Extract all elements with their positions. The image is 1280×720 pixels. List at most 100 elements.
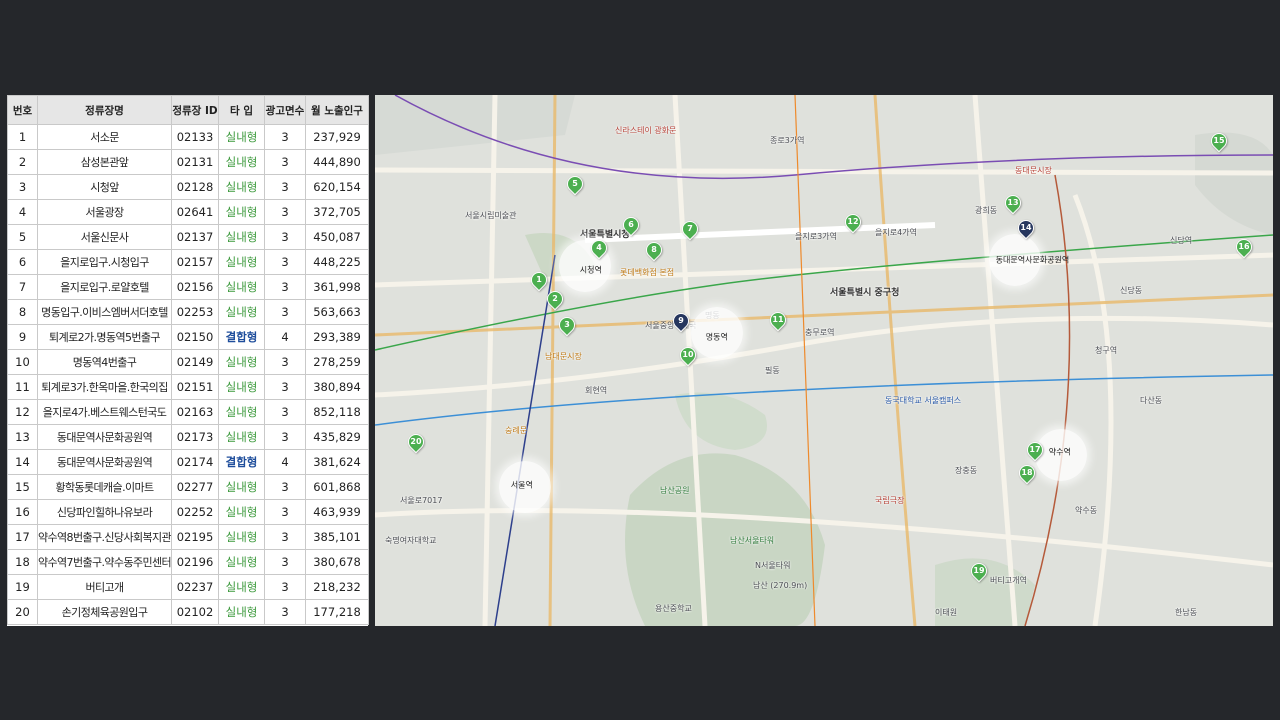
map-label[interactable]: 신라스테이 광화문	[615, 125, 676, 136]
table-row[interactable]: 10 명동역4번출구 02149 실내형 3 278,259	[7, 349, 369, 375]
monthly-exposure: 380,894	[305, 374, 369, 400]
map-label[interactable]: 을지로3가역	[795, 231, 837, 242]
map-label[interactable]: 신당동	[1120, 285, 1142, 296]
map-label[interactable]: 남산 (270.9m)	[753, 580, 807, 591]
stop-id: 02163	[171, 399, 219, 425]
map-label[interactable]: 신당역	[1170, 235, 1192, 246]
table-row[interactable]: 1 서소문 02133 실내형 3 237,929	[7, 124, 369, 150]
map-label[interactable]: 롯데백화점 본점	[620, 267, 674, 278]
monthly-exposure: 435,829	[305, 424, 369, 450]
row-number: 15	[7, 474, 38, 500]
table-row[interactable]: 12 을지로4가.베스트웨스턴국도 02163 실내형 3 852,118	[7, 399, 369, 425]
stop-id: 02137	[171, 224, 219, 250]
monthly-exposure: 448,225	[305, 249, 369, 275]
map-label[interactable]: 을지로4가역	[875, 227, 917, 238]
map-label[interactable]: 동국대학교 서울캠퍼스	[885, 395, 961, 406]
map-label[interactable]: 용산중학교	[655, 603, 692, 614]
table-row[interactable]: 6 을지로입구.시청입구 02157 실내형 3 448,225	[7, 249, 369, 275]
map-label[interactable]: 이태원	[935, 607, 957, 618]
bus-stop-table-panel: 번호 정류장명 정류장 ID 타 입 광고면수 월 노출인구 1 서소문 02133…	[7, 95, 369, 626]
ad-faces: 3	[264, 199, 306, 225]
table-row[interactable]: 11 퇴계로3가.한옥마을.한국의집 02151 실내형 3 380,894	[7, 374, 369, 400]
table-row[interactable]: 3 시청앞 02128 실내형 3 620,154	[7, 174, 369, 200]
table-row[interactable]: 19 버티고개 02237 실내형 3 218,232	[7, 574, 369, 600]
stop-name: 시청앞	[37, 174, 172, 200]
map-label[interactable]: 충무로역	[805, 327, 834, 338]
monthly-exposure: 444,890	[305, 149, 369, 175]
map-label[interactable]: 동대문시장	[1015, 165, 1052, 176]
map-label[interactable]: 종로3가역	[770, 135, 805, 146]
table-row[interactable]: 17 약수역8번출구.신당사회복지관 02195 실내형 3 385,101	[7, 524, 369, 550]
ad-faces: 3	[264, 424, 306, 450]
map-label[interactable]: 남대문시장	[545, 351, 582, 362]
table-row[interactable]: 15 황학동롯데캐슬.이마트 02277 실내형 3 601,868	[7, 474, 369, 500]
stop-id: 02174	[171, 449, 219, 475]
map-label[interactable]: 서울특별시 중구청	[830, 285, 899, 298]
station-label-seoul-station[interactable]: 서울역	[511, 480, 533, 491]
map-label[interactable]: 청구역	[1095, 345, 1117, 356]
table-row[interactable]: 14 동대문역사문화공원역 02174 결합형 4 381,624	[7, 449, 369, 475]
map-label[interactable]: 서울로7017	[400, 495, 442, 506]
station-label-ddp[interactable]: 동대문역사문화공원역	[996, 255, 1070, 266]
header-type: 타 입	[218, 95, 265, 125]
pin-number: 5	[572, 179, 578, 188]
table-row[interactable]: 2 삼성본관앞 02131 실내형 3 444,890	[7, 149, 369, 175]
map-label[interactable]: 다산동	[1140, 395, 1162, 406]
map-label[interactable]: 필동	[765, 365, 780, 376]
stop-type: 실내형	[218, 149, 265, 175]
pin-number: 7	[687, 224, 693, 233]
table-row[interactable]: 5 서울신문사 02137 실내형 3 450,087	[7, 224, 369, 250]
table-row[interactable]: 9 퇴계로2가.명동역5번출구 02150 결합형 4 293,389	[7, 324, 369, 350]
table-row[interactable]: 20 손기정체육공원입구 02102 실내형 3 177,218	[7, 599, 369, 625]
row-number: 1	[7, 124, 38, 150]
map-label[interactable]: 서울시립미술관	[465, 210, 517, 221]
table-row[interactable]: 4 서울광장 02641 실내형 3 372,705	[7, 199, 369, 225]
monthly-exposure: 218,232	[305, 574, 369, 600]
stop-type: 실내형	[218, 249, 265, 275]
stop-type: 실내형	[218, 374, 265, 400]
station-label-yaksu[interactable]: 약수역	[1049, 447, 1071, 458]
pin-number: 16	[1238, 242, 1250, 251]
map-label[interactable]: 한남동	[1175, 607, 1197, 618]
header-ad-faces: 광고면수	[264, 95, 306, 125]
map-label[interactable]: 국립극장	[875, 495, 904, 506]
table-row[interactable]: 18 약수역7번출구.약수동주민센터 02196 실내형 3 380,678	[7, 549, 369, 575]
stop-name: 을지로입구.로얄호텔	[37, 274, 172, 300]
row-number: 4	[7, 199, 38, 225]
table-row[interactable]: 7 을지로입구.로얄호텔 02156 실내형 3 361,998	[7, 274, 369, 300]
stop-type: 실내형	[218, 499, 265, 525]
monthly-exposure: 177,218	[305, 599, 369, 625]
map-label[interactable]: 남산서울타워	[730, 535, 774, 546]
stop-name: 삼성본관앞	[37, 149, 172, 175]
station-label-myeongdong[interactable]: 명동역	[706, 332, 728, 343]
stop-id: 02195	[171, 524, 219, 550]
station-label-city-hall[interactable]: 시청역	[580, 265, 602, 276]
stop-type: 실내형	[218, 424, 265, 450]
stop-name: 동대문역사문화공원역	[37, 449, 172, 475]
stop-type: 실내형	[218, 124, 265, 150]
map-view[interactable]: 서울특별시청 서울특별시 중구청 남산서울타워 국립극장 동국대학교 서울캠퍼스…	[375, 95, 1273, 626]
map-label[interactable]: 숙명여자대학교	[385, 535, 437, 546]
pin-number: 3	[564, 320, 570, 329]
map-label[interactable]: 숭례문	[505, 425, 527, 436]
ad-faces: 4	[264, 324, 306, 350]
map-label[interactable]: N서울타워	[755, 560, 790, 571]
table-row[interactable]: 16 신당파인힐하나유보라 02252 실내형 3 463,939	[7, 499, 369, 525]
stop-id: 02151	[171, 374, 219, 400]
map-label[interactable]: 광희동	[975, 205, 997, 216]
map-label[interactable]: 약수동	[1075, 505, 1097, 516]
pin-number: 17	[1029, 445, 1041, 454]
map-label[interactable]: 회현역	[585, 385, 607, 396]
map-label[interactable]: 버티고개역	[990, 575, 1027, 586]
row-number: 16	[7, 499, 38, 525]
map-label[interactable]: 남산공원	[660, 485, 689, 496]
map-label[interactable]: 서울특별시청	[580, 227, 630, 240]
table-row[interactable]: 8 명동입구.이비스엠버서더호텔 02253 실내형 3 563,663	[7, 299, 369, 325]
stop-id: 02196	[171, 549, 219, 575]
stop-name: 손기정체육공원입구	[37, 599, 172, 625]
map-label[interactable]: 장충동	[955, 465, 977, 476]
stop-name: 서울광장	[37, 199, 172, 225]
stop-name: 명동입구.이비스엠버서더호텔	[37, 299, 172, 325]
table-row[interactable]: 13 동대문역사문화공원역 02173 실내형 3 435,829	[7, 424, 369, 450]
ad-faces: 3	[264, 524, 306, 550]
